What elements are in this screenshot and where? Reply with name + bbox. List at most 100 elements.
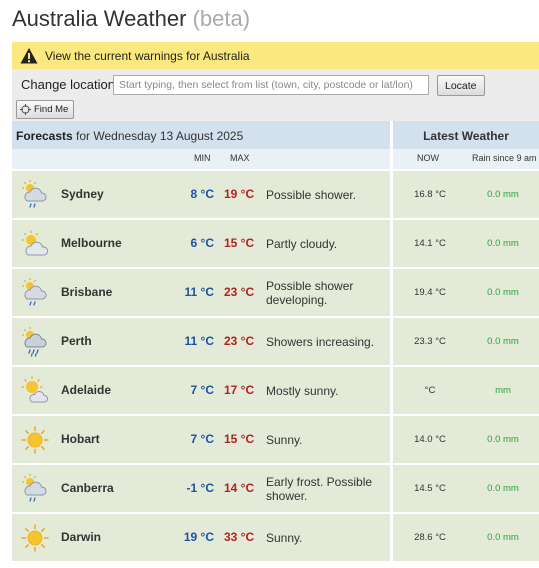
- latest-cell: 16.8 °C 0.0 mm: [393, 171, 539, 218]
- latest-cell: 19.4 °C 0.0 mm: [393, 269, 539, 316]
- city-row-hobart[interactable]: Hobart 7 °C 15 °C Sunny. 14.0 °C 0.0 mm: [12, 416, 539, 463]
- latest-subheader-cell: NOW Rain since 9 am: [393, 149, 539, 169]
- condition-text: Mostly sunny.: [266, 383, 339, 398]
- weather-table: Forecasts for Wednesday 13 August 2025 L…: [12, 121, 539, 564]
- max-temp: 33 °C: [224, 530, 255, 544]
- forecast-cell: Hobart 7 °C 15 °C Sunny.: [12, 416, 390, 463]
- condition-text: Sunny.: [266, 432, 303, 447]
- find-me-label: Find Me: [34, 104, 69, 115]
- latest-cell: 14.0 °C 0.0 mm: [393, 416, 539, 463]
- city-row-canberra[interactable]: Canberra -1 °C 14 °C Early frost. Possib…: [12, 465, 539, 512]
- location-search-input[interactable]: [113, 75, 429, 95]
- max-temp: 17 °C: [224, 383, 255, 397]
- city-name[interactable]: Perth: [61, 334, 92, 348]
- rainfall: mm: [495, 385, 511, 396]
- min-temp: -1 °C: [186, 481, 214, 495]
- max-temp: 15 °C: [224, 236, 255, 250]
- min-temp: 19 °C: [183, 530, 214, 544]
- current-temp: 23.3 °C: [414, 336, 446, 347]
- rainfall: 0.0 mm: [487, 238, 519, 249]
- min-temp: 7 °C: [190, 383, 214, 397]
- forecast-cell: Perth 11 °C 23 °C Showers increasing.: [12, 318, 390, 365]
- warning-triangle-icon: [20, 47, 38, 65]
- condition-text: Possible shower.: [266, 187, 357, 202]
- city-row-adelaide[interactable]: Adelaide 7 °C 17 °C Mostly sunny. °C mm: [12, 367, 539, 414]
- page-title: Australia Weather (beta): [12, 6, 250, 32]
- current-temp: 16.8 °C: [414, 189, 446, 200]
- sunny-icon: [19, 424, 51, 456]
- table-header: Forecasts for Wednesday 13 August 2025 L…: [12, 121, 539, 149]
- condition-text: Possible shower developing.: [266, 278, 354, 307]
- find-me-button[interactable]: Find Me: [16, 100, 75, 119]
- locate-button[interactable]: Locate: [437, 75, 485, 96]
- max-temp: 19 °C: [224, 187, 255, 201]
- min-temp: 7 °C: [190, 432, 214, 446]
- condition-text: Partly cloudy.: [266, 236, 338, 251]
- forecast-prefix: Forecasts: [16, 129, 73, 143]
- shower-icon: [19, 473, 51, 505]
- city-name[interactable]: Canberra: [61, 481, 114, 495]
- min-column-header: MIN: [194, 153, 211, 163]
- shower-icon: [19, 277, 51, 309]
- partly-cloudy-icon: [19, 228, 51, 260]
- sunny-icon: [19, 522, 51, 554]
- forecast-cell: Sydney 8 °C 19 °C Possible shower.: [12, 171, 390, 218]
- current-temp: 14.5 °C: [414, 483, 446, 494]
- city-row-melbourne[interactable]: Melbourne 6 °C 15 °C Partly cloudy. 14.1…: [12, 220, 539, 267]
- max-temp: 23 °C: [224, 334, 255, 348]
- rainfall: 0.0 mm: [487, 483, 519, 494]
- forecast-cell: Adelaide 7 °C 17 °C Mostly sunny.: [12, 367, 390, 414]
- warnings-link[interactable]: View the current warnings for Australia: [45, 49, 250, 63]
- beta-label: (beta): [192, 6, 251, 31]
- current-temp: 19.4 °C: [414, 287, 446, 298]
- city-row-perth[interactable]: Perth 11 °C 23 °C Showers increasing. 23…: [12, 318, 539, 365]
- city-name[interactable]: Adelaide: [61, 383, 111, 397]
- city-rows: Sydney 8 °C 19 °C Possible shower. 16.8 …: [12, 171, 539, 563]
- location-panel: Change location Locate Find Me: [12, 69, 539, 121]
- city-name[interactable]: Darwin: [61, 530, 101, 544]
- condition-text: Showers increasing.: [266, 334, 375, 349]
- latest-cell: 28.6 °C 0.0 mm: [393, 514, 539, 561]
- city-row-sydney[interactable]: Sydney 8 °C 19 °C Possible shower. 16.8 …: [12, 171, 539, 218]
- latest-cell: 14.5 °C 0.0 mm: [393, 465, 539, 512]
- city-name[interactable]: Sydney: [61, 187, 104, 201]
- latest-cell: °C mm: [393, 367, 539, 414]
- latest-weather-header-cell: Latest Weather: [393, 121, 539, 149]
- forecast-date: for Wednesday 13 August 2025: [72, 129, 244, 143]
- forecast-cell: Melbourne 6 °C 15 °C Partly cloudy.: [12, 220, 390, 267]
- latest-weather-title: Latest Weather: [423, 129, 509, 143]
- current-temp: 14.1 °C: [414, 238, 446, 249]
- min-temp: 6 °C: [190, 236, 214, 250]
- current-temp: 28.6 °C: [414, 532, 446, 543]
- max-temp: 23 °C: [224, 285, 255, 299]
- forecast-cell: Canberra -1 °C 14 °C Early frost. Possib…: [12, 465, 390, 512]
- warning-bar[interactable]: View the current warnings for Australia: [12, 42, 539, 69]
- change-location-label: Change location: [21, 77, 115, 92]
- current-temp: 14.0 °C: [414, 434, 446, 445]
- forecast-title: Forecasts for Wednesday 13 August 2025: [16, 129, 243, 143]
- latest-cell: 23.3 °C 0.0 mm: [393, 318, 539, 365]
- condition-text: Sunny.: [266, 530, 303, 545]
- rainfall: 0.0 mm: [487, 532, 519, 543]
- showers-icon: [19, 326, 51, 358]
- city-row-brisbane[interactable]: Brisbane 11 °C 23 °C Possible shower dev…: [12, 269, 539, 316]
- city-row-darwin[interactable]: Darwin 19 °C 33 °C Sunny. 28.6 °C 0.0 mm: [12, 514, 539, 561]
- city-name[interactable]: Brisbane: [61, 285, 112, 299]
- forecast-subheader-cell: MIN MAX: [12, 149, 390, 169]
- max-temp: 14 °C: [224, 481, 255, 495]
- max-temp: 15 °C: [224, 432, 255, 446]
- table-subheader: MIN MAX NOW Rain since 9 am: [12, 149, 539, 169]
- rainfall: 0.0 mm: [487, 189, 519, 200]
- page-title-text: Australia Weather: [12, 6, 187, 31]
- forecast-header-cell: Forecasts for Wednesday 13 August 2025: [12, 121, 390, 149]
- rain-column-header: Rain since 9 am: [472, 153, 537, 163]
- shower-icon: [19, 179, 51, 211]
- city-name[interactable]: Hobart: [61, 432, 100, 446]
- min-temp: 8 °C: [190, 187, 214, 201]
- crosshair-icon: [20, 104, 31, 115]
- min-temp: 11 °C: [184, 285, 214, 299]
- city-name[interactable]: Melbourne: [61, 236, 122, 250]
- mostly-sunny-icon: [19, 375, 51, 407]
- forecast-cell: Darwin 19 °C 33 °C Sunny.: [12, 514, 390, 561]
- min-temp: 11 °C: [184, 334, 214, 348]
